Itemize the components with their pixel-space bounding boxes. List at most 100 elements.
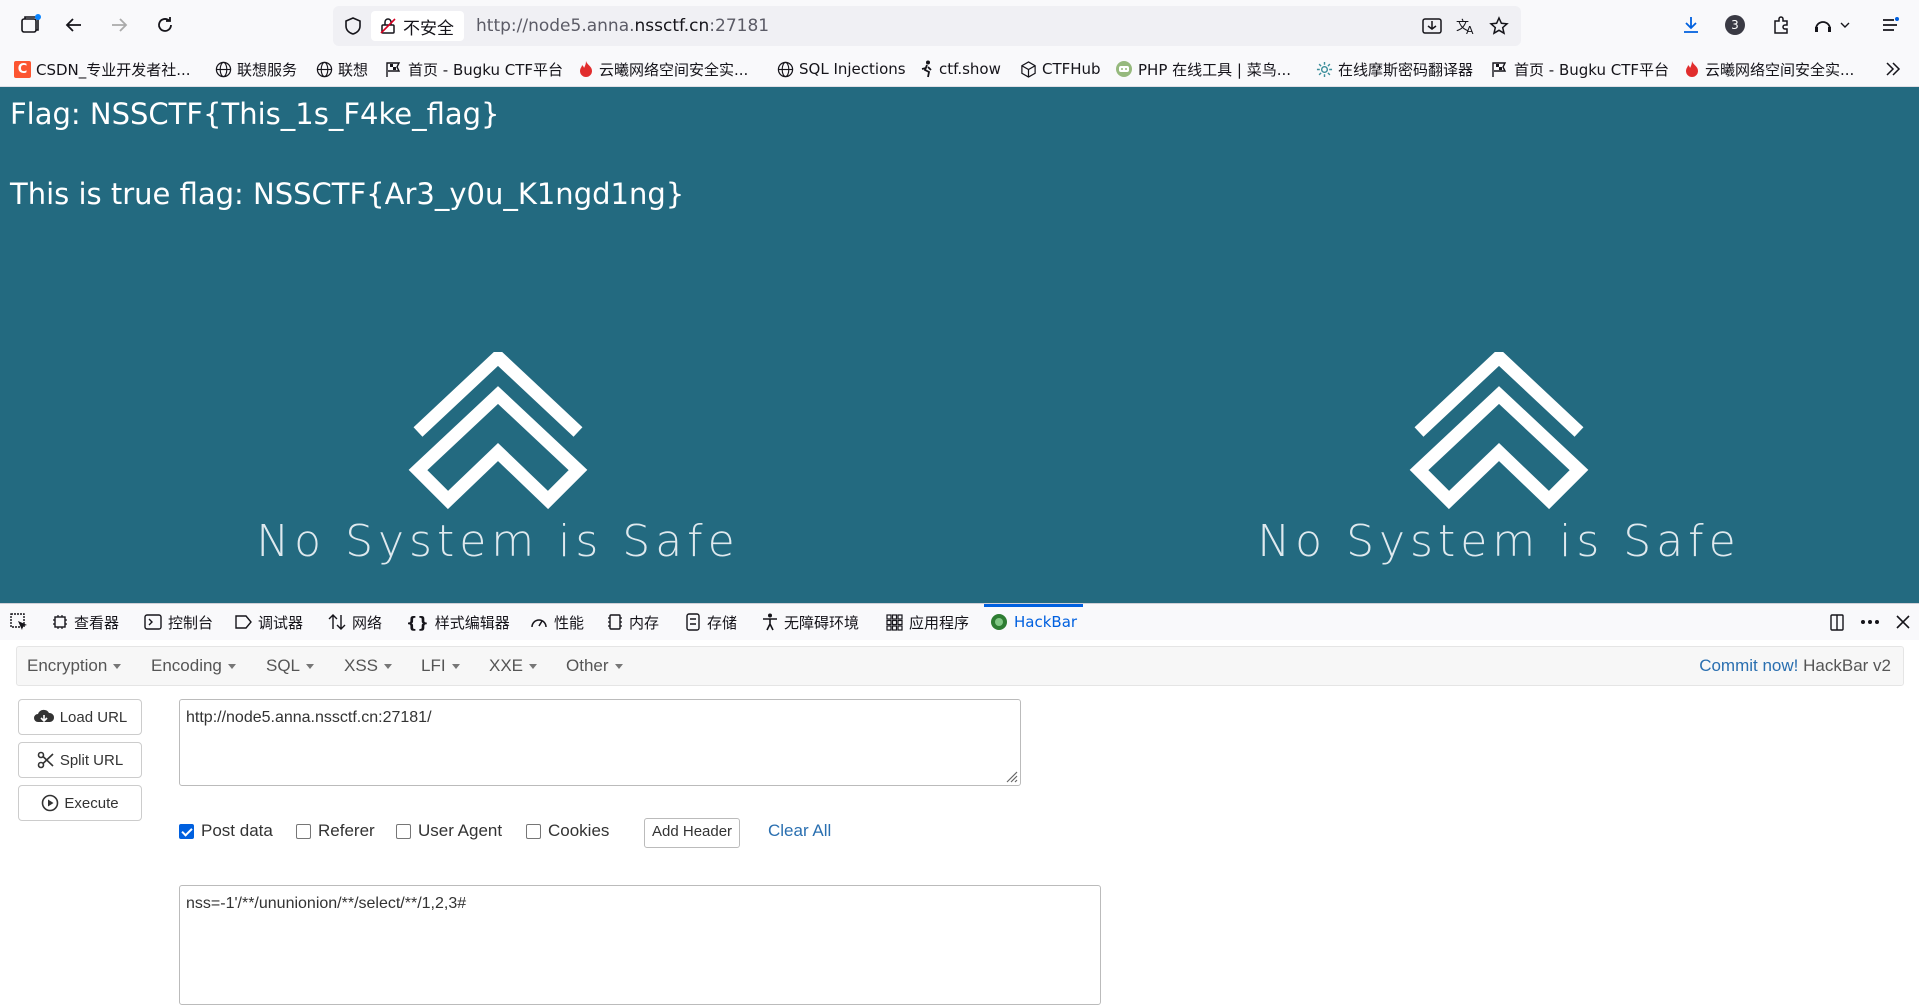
bookmark-label: 首页 - Bugku CTF平台 <box>408 60 564 79</box>
url-text[interactable]: http://node5.anna.nssctf.cn:27181 <box>476 6 769 46</box>
url-textarea-value: http://node5.anna.nssctf.cn:27181/ <box>186 709 432 726</box>
bookmarks-overflow-chevron-icon[interactable] <box>1884 52 1902 86</box>
caret-down-icon <box>614 664 623 670</box>
bookmark-csdn[interactable]: C CSDN_专业开发者社... <box>14 52 191 86</box>
tab-performance[interactable]: 性能 <box>530 604 584 640</box>
button-label: Execute <box>64 794 119 812</box>
browser-toolbar: 不安全 http://node5.anna.nssctf.cn:27181 文A… <box>0 0 1919 52</box>
bookmark-yunxi-1[interactable]: 云曦网络空间安全实... <box>578 52 748 86</box>
bookmark-label: SQL Injections <box>799 60 906 78</box>
bookmark-star-icon[interactable] <box>1489 16 1509 40</box>
split-url-button[interactable]: Split URL <box>18 742 142 778</box>
menu-lfi[interactable]: LFI <box>421 647 460 685</box>
console-icon <box>144 614 162 630</box>
tab-label: HackBar <box>1014 613 1078 631</box>
address-bar[interactable]: 不安全 http://node5.anna.nssctf.cn:27181 文A <box>333 6 1521 46</box>
forward-icon[interactable] <box>104 10 134 40</box>
tab-label: 无障碍环境 <box>784 613 860 632</box>
site-security-indicator[interactable]: 不安全 <box>371 11 464 41</box>
bookmark-ctfhub[interactable]: CTFHub <box>1020 52 1101 86</box>
bookmark-runoob-php[interactable]: PHP 在线工具 | 菜鸟... <box>1115 52 1291 86</box>
caret-down-icon <box>451 664 460 670</box>
bookmark-morse[interactable]: 在线摩斯密码翻译器 <box>1316 52 1473 86</box>
bookmark-yunxi-2[interactable]: 云曦网络空间安全实... <box>1684 52 1854 86</box>
tab-hackbar[interactable]: HackBar <box>983 604 1084 640</box>
tab-label: 性能 <box>554 613 585 632</box>
fire-icon <box>580 61 592 77</box>
bookmark-label: 云曦网络空间安全实... <box>599 60 749 79</box>
bookmark-lenovo[interactable]: 联想 <box>316 52 368 86</box>
tab-console[interactable]: 控制台 <box>144 604 213 640</box>
referer-option[interactable]: Referer <box>296 821 375 841</box>
fake-flag-text: Flag: NSSCTF{This_1s_F4ke_flag} <box>10 97 500 131</box>
caret-down-icon <box>306 664 315 670</box>
tab-network[interactable]: 网络 <box>328 604 382 640</box>
add-header-button[interactable]: Add Header <box>644 818 741 848</box>
tab-label: 内存 <box>629 613 660 632</box>
user-agent-option[interactable]: User Agent <box>396 821 502 841</box>
user-agent-checkbox[interactable] <box>396 823 411 839</box>
post-data-textarea[interactable]: nss=-1'/**/ununionion/**/select/**/1,2,3… <box>179 885 1101 1005</box>
menu-xss[interactable]: XSS <box>344 647 393 685</box>
bookmark-lenovo-service[interactable]: 联想服务 <box>215 52 297 86</box>
translate-icon[interactable]: 文A <box>1455 16 1477 40</box>
hackbar-panel: Encryption Encoding SQL XSS LFI XXE Othe… <box>0 640 1919 1005</box>
dock-side-icon[interactable] <box>1827 604 1847 640</box>
tab-debugger[interactable]: 调试器 <box>234 604 303 640</box>
bookmark-label: ctf.show <box>939 60 1001 78</box>
post-data-option[interactable]: Post data <box>179 821 273 841</box>
memory-chip-icon <box>608 614 622 630</box>
resize-grip-icon[interactable] <box>1004 769 1018 783</box>
tab-label: 存储 <box>707 613 738 632</box>
grid-apps-icon <box>886 613 903 631</box>
back-icon[interactable] <box>59 10 89 40</box>
post-data-checkbox[interactable] <box>179 823 194 839</box>
cookies-option[interactable]: Cookies <box>526 821 609 841</box>
bookmark-bugku-1[interactable]: 首页 - Bugku CTF平台 <box>385 52 563 86</box>
clear-all-link[interactable]: Clear All <box>768 821 831 841</box>
tabs-icon[interactable] <box>15 10 45 40</box>
reload-icon[interactable] <box>150 10 180 40</box>
caret-down-icon <box>529 664 538 670</box>
menu-sql[interactable]: SQL <box>266 647 315 685</box>
more-options-icon[interactable] <box>1859 604 1881 640</box>
extensions-puzzle-icon[interactable] <box>1766 10 1796 40</box>
account-sync-icon[interactable] <box>1810 10 1856 40</box>
load-url-button[interactable]: Load URL <box>18 699 142 735</box>
bookmark-ctfshow[interactable]: ctf.show <box>920 52 1001 86</box>
install-app-icon[interactable] <box>1421 16 1443 40</box>
referer-checkbox[interactable] <box>296 823 311 839</box>
flag-icon <box>386 61 401 77</box>
menu-xxe[interactable]: XXE <box>489 647 538 685</box>
tab-inspector[interactable]: 查看器 <box>52 604 119 640</box>
insecure-lock-icon <box>380 18 396 34</box>
debugger-icon <box>235 615 252 629</box>
globe-icon <box>215 61 232 77</box>
tracking-shield-icon[interactable] <box>343 16 363 40</box>
close-devtools-icon[interactable] <box>1895 604 1911 640</box>
downloads-icon[interactable] <box>1676 10 1706 40</box>
app-menu-icon[interactable] <box>1875 10 1905 40</box>
url-prefix: http://node5.anna. <box>476 16 635 36</box>
bookmark-sql-injections[interactable]: SQL Injections <box>777 52 906 86</box>
tab-style-editor[interactable]: {} 样式编辑器 <box>406 604 510 640</box>
menu-encryption[interactable]: Encryption <box>27 647 122 685</box>
bookmark-label: CTFHub <box>1042 60 1101 78</box>
menu-label: XSS <box>344 656 379 675</box>
tab-storage[interactable]: 存储 <box>685 604 737 640</box>
menu-other[interactable]: Other <box>566 647 623 685</box>
tab-accessibility[interactable]: 无障碍环境 <box>762 604 859 640</box>
tab-label: 控制台 <box>168 613 214 632</box>
tab-application[interactable]: 应用程序 <box>886 604 969 640</box>
tab-memory[interactable]: 内存 <box>607 604 659 640</box>
element-picker-icon[interactable] <box>9 604 29 640</box>
execute-button[interactable]: Execute <box>18 785 142 821</box>
bookmark-bugku-2[interactable]: 首页 - Bugku CTF平台 <box>1491 52 1669 86</box>
bookmark-label: 联想 <box>338 60 369 79</box>
url-textarea[interactable]: http://node5.anna.nssctf.cn:27181/ <box>179 699 1021 786</box>
menu-encoding[interactable]: Encoding <box>151 647 236 685</box>
tab-label: 样式编辑器 <box>434 613 510 632</box>
commit-now-link[interactable]: Commit now! <box>1699 656 1798 675</box>
extension-badge-icon[interactable]: 3 <box>1720 10 1750 40</box>
cookies-checkbox[interactable] <box>526 823 541 839</box>
